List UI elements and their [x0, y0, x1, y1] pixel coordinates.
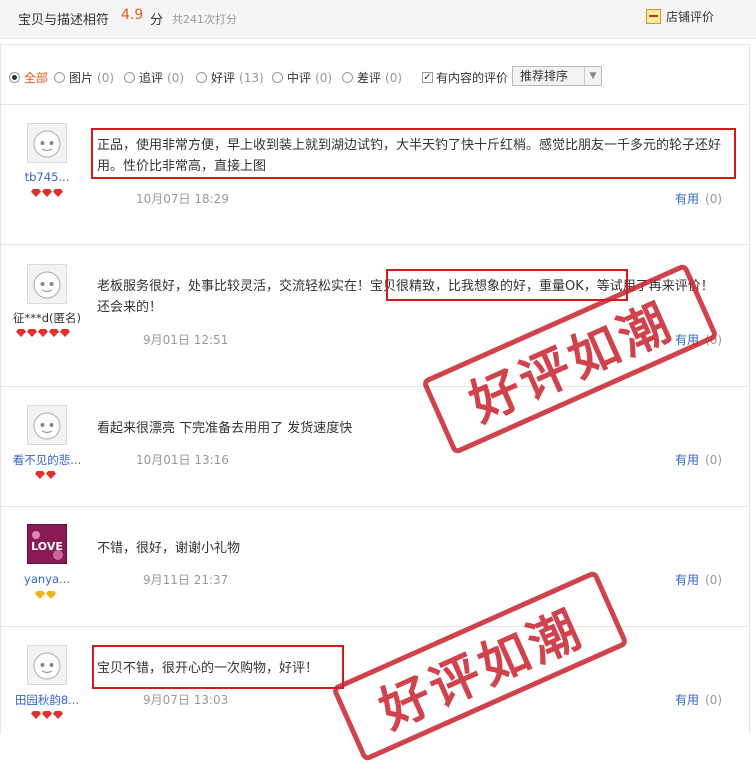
filter-count: (0) [385, 70, 403, 85]
filter-followup[interactable]: 追评 (0) [124, 69, 184, 86]
filter-neutral[interactable]: 中评 (0) [272, 69, 332, 86]
reviewer-name[interactable]: yanya... [0, 572, 94, 586]
credit-level-badge [35, 591, 56, 599]
radio-icon [124, 72, 135, 83]
review-item [1, 386, 748, 505]
useful-button[interactable]: 有用 (0) [675, 451, 722, 468]
highlight-box [91, 128, 736, 179]
credit-level-badge [31, 711, 63, 719]
review-text: 不错，很好，谢谢小礼物 [97, 541, 241, 556]
avatar[interactable]: LOVE [27, 524, 67, 564]
radio-icon [54, 72, 65, 83]
filter-count: (0) [97, 70, 115, 85]
rating-unit: 分 [150, 13, 164, 28]
highlight-box [92, 645, 344, 689]
useful-label: 有用 [675, 192, 700, 206]
useful-button[interactable]: 有用 (0) [675, 571, 722, 588]
red-gem-icon [53, 189, 63, 197]
radio-icon [196, 72, 207, 83]
shop-review-label: 店铺评价 [666, 10, 715, 24]
user-avatar-icon [33, 271, 61, 299]
useful-label: 有用 [675, 573, 700, 587]
avatar[interactable] [27, 264, 67, 304]
content-only-checkbox[interactable]: ✓ 有内容的评价 [422, 69, 508, 86]
filter-bar: 全部 图片 (0) 追评 (0) 好评 (13) 中评 (0) 差评 (0) ✓… [0, 58, 756, 100]
user-avatar-icon [33, 412, 61, 440]
review-date: 10月07日 18:29 [136, 192, 229, 206]
rating-header: 宝贝与描述相符 4.9 分 共241次打分 店铺评价 [0, 0, 756, 39]
avatar[interactable] [27, 645, 67, 685]
red-gem-icon [38, 329, 48, 337]
red-gem-icon [27, 329, 37, 337]
credit-level-badge [35, 471, 56, 479]
shop-review-link[interactable]: 店铺评价 [646, 8, 714, 25]
red-gem-icon [46, 471, 56, 479]
review-date: 9月11日 21:37 [143, 573, 229, 587]
red-gem-icon [31, 711, 41, 719]
useful-button[interactable]: 有用 (0) [675, 691, 722, 708]
useful-count: (0) [705, 693, 723, 707]
useful-count: (0) [705, 192, 723, 206]
red-gem-icon [53, 711, 63, 719]
avatar[interactable] [27, 405, 67, 445]
rating-score: 4.9 [121, 7, 144, 23]
rating-count: 共241次打分 [172, 13, 237, 26]
red-gem-icon [42, 711, 52, 719]
chevron-down-icon: ▼ [584, 67, 601, 85]
filter-label: 差评 [357, 71, 382, 85]
filter-label: 全部 [24, 71, 49, 85]
filter-positive[interactable]: 好评 (13) [196, 69, 264, 86]
radio-icon [272, 72, 283, 83]
shop-icon [646, 9, 661, 24]
reviewer-name[interactable]: 田园秋韵8... [0, 692, 94, 708]
review-date: 10月01日 13:16 [136, 453, 229, 467]
content-only-label: 有内容的评价 [436, 71, 509, 85]
user-avatar-icon [33, 652, 61, 680]
filter-negative[interactable]: 差评 (0) [342, 69, 402, 86]
gold-diamond-icon [35, 591, 45, 599]
useful-button[interactable]: 有用 (0) [675, 190, 722, 207]
reviewer-name: 征***d(匿名) [12, 311, 82, 325]
review-text: 看起来很漂亮 下完准备去用用了 发货速度快 [97, 421, 353, 436]
filter-label: 中评 [287, 71, 312, 85]
review-item [1, 506, 748, 625]
radio-icon [9, 72, 20, 83]
red-gem-icon [31, 189, 41, 197]
avatar-text: LOVE [31, 540, 63, 553]
avatar[interactable] [27, 123, 67, 163]
review-date: 9月01日 12:51 [143, 333, 229, 347]
reviewer-name[interactable]: tb745... [0, 170, 94, 184]
credit-level-badge [16, 329, 70, 337]
user-avatar-icon [33, 130, 61, 158]
useful-count: (0) [705, 453, 723, 467]
filter-images[interactable]: 图片 (0) [54, 69, 114, 86]
checkbox-icon: ✓ [422, 72, 433, 83]
sort-select[interactable]: 推荐排序 ▼ [512, 66, 602, 86]
useful-count: (0) [705, 573, 723, 587]
red-gem-icon [60, 329, 70, 337]
filter-count: (13) [239, 70, 264, 85]
highlight-box [386, 269, 628, 301]
gold-diamond-icon [46, 591, 56, 599]
red-gem-icon [16, 329, 26, 337]
filter-count: (0) [167, 70, 185, 85]
useful-label: 有用 [675, 453, 700, 467]
filter-label: 好评 [211, 71, 236, 85]
credit-level-badge [31, 189, 63, 197]
filter-label: 追评 [139, 71, 164, 85]
reviewer-name[interactable]: 看不见的悲... [0, 452, 94, 468]
filter-count: (0) [315, 70, 333, 85]
useful-label: 有用 [675, 693, 700, 707]
radio-icon [342, 72, 353, 83]
review-date: 9月07日 13:03 [143, 693, 229, 707]
red-gem-icon [35, 471, 45, 479]
red-gem-icon [49, 329, 59, 337]
user-photo-image: LOVE [28, 525, 66, 563]
rating-label: 宝贝与描述相符 [18, 13, 110, 28]
filter-label: 图片 [69, 71, 94, 85]
red-gem-icon [42, 189, 52, 197]
sort-label: 推荐排序 [520, 69, 569, 83]
filter-all[interactable]: 全部 [9, 69, 48, 86]
